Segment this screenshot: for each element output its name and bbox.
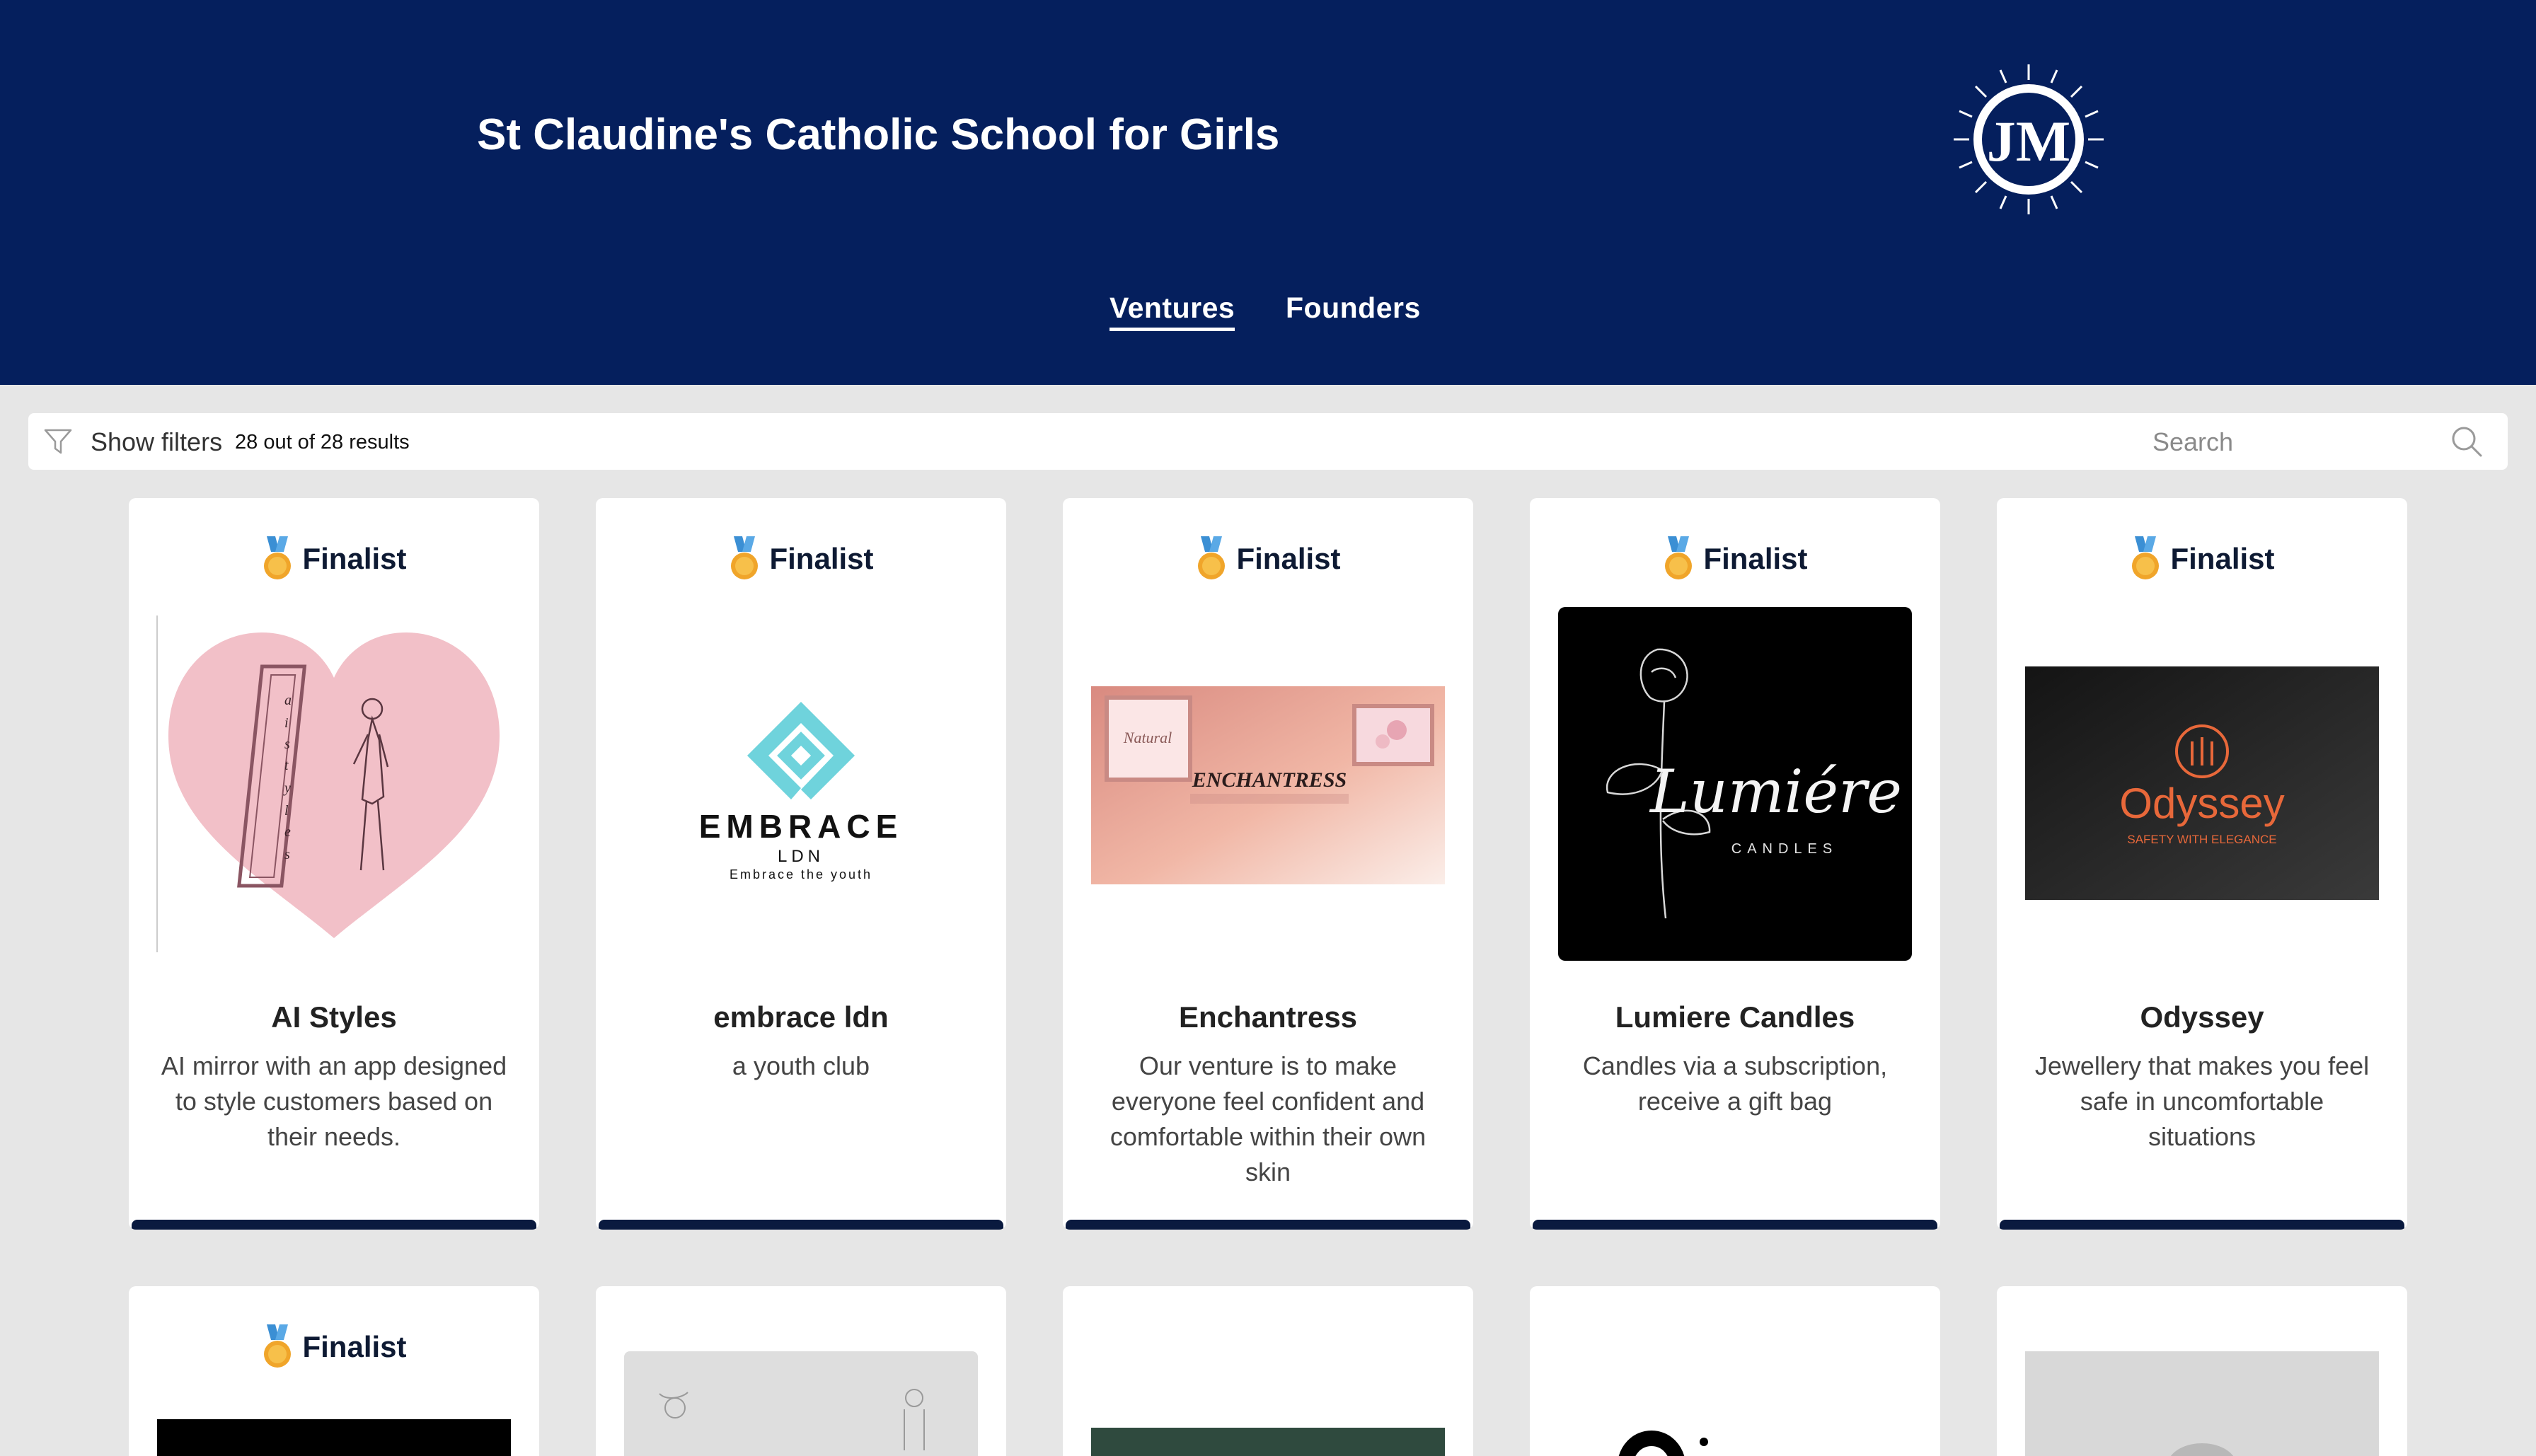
venture-card[interactable]: Finalist [129,1286,539,1456]
badge-label: Finalist [2170,542,2275,575]
logo-text: Odyssey [2119,780,2284,827]
tab-founders[interactable]: Founders [1286,291,1421,325]
venture-logo: Odyssey SAFETY WITH ELEGANCE [2025,666,2379,900]
venture-name: embrace ldn [713,1000,889,1034]
card-accent-bar [1533,1220,1937,1230]
search-icon[interactable] [2450,424,2484,458]
card-accent-bar [2000,1220,2404,1230]
venture-name: AI Styles [271,1000,397,1034]
filter-toolbar: Show filters 28 out of 28 results [28,413,2508,470]
venture-logo: Lumiére CANDLES [1558,607,1912,961]
logo-text: LDN [778,847,824,866]
logo-text: EMBRACE [699,808,904,845]
badge-label: Finalist [1236,542,1341,575]
finalist-badge: Finalist [596,536,1006,582]
venture-card[interactable]: Finalist Natural ENCHANTRESS Enchantress… [1063,498,1473,1230]
venture-description: Our venture is to make everyone feel con… [1110,1051,1426,1186]
logo-letter: l [284,803,289,819]
finalist-badge: Finalist [129,1324,539,1370]
card-accent-bar [1066,1220,1470,1230]
badge-label: Finalist [1703,542,1808,575]
venture-logo [1091,1428,1445,1456]
venture-logo [157,1419,511,1456]
venture-name: Odyssey [2140,1000,2264,1034]
venture-name: Lumiere Candles [1615,1000,1855,1034]
venture-card[interactable]: Finalist EMBRACE LDN Embrace the youth e… [596,498,1006,1230]
venture-card[interactable] [596,1286,1006,1456]
logo-letter: e [284,824,291,840]
venture-logo [624,1351,978,1456]
logo-text: Lumiére [1649,757,1902,826]
search-input[interactable] [2151,420,2451,464]
logo-letter: i [284,715,289,731]
finalist-badge: Finalist [1530,536,1940,582]
medal-icon [264,536,292,579]
logo-text: SAFETY WITH ELEGANCE [2127,833,2276,846]
badge-label: Finalist [302,542,407,575]
venture-card[interactable]: Finalist Lumiére CANDLES Lumiere Candles… [1530,498,1940,1230]
venture-logo: Natural ENCHANTRESS [1091,686,1445,884]
medal-icon [1198,536,1226,579]
medal-icon [1665,536,1693,579]
finalist-badge: Finalist [1063,536,1473,582]
venture-card[interactable] [1997,1286,2407,1456]
badge-label: Finalist [302,1330,407,1363]
venture-description: a youth club [732,1051,870,1080]
finalist-badge: Finalist [1997,536,2407,582]
logo-letter: t [284,758,289,773]
venture-card[interactable]: Finalist a i s t y l e s AI Styles AI mi… [129,498,539,1230]
medal-icon [731,536,759,579]
school-name: St Claudine's Catholic School for Girls [477,110,1280,159]
venture-description: AI mirror with an app designed to style … [161,1051,507,1151]
venture-logo: a i s t y l e s [156,616,500,952]
logo-text: Natural [1123,729,1172,746]
venture-logo: EMBRACE LDN Embrace the youth [699,702,904,882]
venture-card[interactable] [1063,1286,1473,1456]
logo-letter: y [283,780,291,796]
venture-description: Jewellery that makes you feel safe in un… [2034,1051,2370,1151]
logo-text: ENCHANTRESS [1192,768,1347,792]
svg-text:JM: JM [1987,109,2070,173]
site-header: St Claudine's Catholic School for Girls … [0,0,2536,385]
venture-logo [2025,1351,2379,1456]
medal-icon [264,1324,292,1368]
logo-letter: a [284,693,292,708]
logo-text: CANDLES [1731,841,1838,857]
logo-text: Embrace the youth [730,867,872,882]
results-count: 28 out of 28 results [235,431,410,453]
logo-letter: s [284,736,290,752]
badge-label: Finalist [769,542,874,575]
school-crest: JM [1954,64,2104,214]
card-accent-bar [132,1220,536,1230]
medal-icon [2132,536,2160,579]
card-accent-bar [599,1220,1003,1230]
venture-card[interactable] [1530,1286,1940,1456]
logo-letter: s [284,847,290,862]
filter-icon[interactable] [42,426,74,457]
show-filters-button[interactable]: Show filters [91,427,222,457]
venture-description: Candles via a subscription, receive a gi… [1582,1051,1888,1116]
finalist-badge: Finalist [129,536,539,582]
tab-ventures[interactable]: Ventures [1110,291,1235,331]
venture-card[interactable]: Finalist Odyssey SAFETY WITH ELEGANCE Od… [1997,498,2407,1230]
venture-logo [1619,1431,1708,1456]
venture-name: Enchantress [1178,1000,1358,1034]
